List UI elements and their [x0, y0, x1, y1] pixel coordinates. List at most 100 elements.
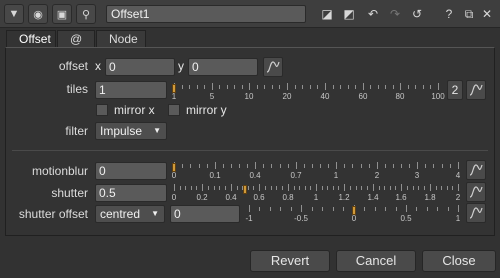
shutter-offset-animation-icon[interactable]: [466, 203, 486, 223]
slider-minor-tick: [226, 85, 228, 89]
redo-icon[interactable]: ↷: [386, 5, 404, 23]
collapse-icon[interactable]: ▼: [4, 4, 24, 24]
slider-thumb[interactable]: [172, 84, 176, 93]
slider-minor-tick: [204, 85, 206, 89]
slider-tick-label: 3: [414, 171, 420, 180]
tiles-count-button[interactable]: 2: [447, 80, 463, 100]
slider-minor-tick: [393, 164, 394, 168]
mirror-y-checkbox[interactable]: [168, 104, 180, 116]
slider-minor-tick: [441, 186, 443, 190]
revert-button[interactable]: Revert: [250, 250, 330, 272]
shutter-slider[interactable]: 0 0.2 0.4 0.6 0.8 1 1.2 1.4 1.6 1.8 2: [172, 184, 461, 202]
slider-tick-label: 0.2: [196, 193, 208, 202]
offset-animation-icon[interactable]: [263, 57, 283, 77]
slider-thumb[interactable]: [172, 163, 176, 172]
slider-minor-tick: [426, 207, 428, 211]
tab-node[interactable]: Node: [96, 30, 146, 48]
slider-major-tick: [255, 162, 256, 169]
tiles-animation-icon[interactable]: [466, 80, 486, 100]
slider-minor-tick: [287, 164, 289, 168]
offset-x-label: x: [95, 59, 101, 73]
shutter-animation-icon[interactable]: [466, 182, 486, 202]
slider-minor-tick: [395, 207, 397, 211]
slider-major-tick: [301, 205, 302, 212]
slider-minor-tick: [253, 186, 255, 190]
slider-major-tick: [259, 184, 260, 191]
slider-major-tick: [325, 83, 326, 90]
slider-minor-tick: [223, 164, 224, 168]
slider-minor-tick: [447, 207, 449, 211]
tiles-field[interactable]: 1: [95, 81, 167, 99]
pin-icon[interactable]: ⚲: [76, 4, 96, 24]
slider-minor-tick: [452, 186, 454, 190]
slider-tick-label: 0.4: [249, 171, 261, 180]
color-swatch-2-icon[interactable]: ◩: [340, 5, 358, 23]
offset-y-field[interactable]: 0: [188, 58, 258, 76]
slider-minor-tick: [352, 164, 354, 168]
slider-minor-tick: [279, 164, 281, 168]
motionblur-slider[interactable]: 0 0.1 0.4 0.7 1 2 3 4: [172, 162, 461, 180]
motionblur-field[interactable]: 0: [95, 162, 167, 180]
viewer-icon[interactable]: ▣: [52, 4, 72, 24]
slider-minor-tick: [406, 186, 408, 190]
target-icon[interactable]: ◉: [28, 4, 48, 24]
cancel-button[interactable]: Cancel: [336, 250, 416, 272]
motionblur-label: motionblur: [31, 164, 88, 178]
mirror-x-label: mirror x: [114, 103, 155, 117]
revert-icon[interactable]: ↺: [408, 5, 426, 23]
slider-minor-tick: [332, 207, 334, 211]
slider-tick-label: 80: [395, 92, 405, 101]
slider-minor-tick: [304, 186, 306, 190]
slider-major-tick: [249, 83, 250, 90]
slider-tick-label: 2: [455, 193, 461, 202]
slider-major-tick: [202, 184, 203, 191]
slider-minor-tick: [247, 164, 248, 168]
slider-minor-tick: [181, 85, 183, 89]
slider-minor-tick: [418, 186, 420, 190]
node-name-field[interactable]: Offset1: [106, 5, 306, 23]
slider-minor-tick: [332, 186, 334, 190]
slider-tick-label: 2: [374, 171, 380, 180]
offset-y-label: y: [178, 59, 184, 73]
float-icon[interactable]: ⧉: [460, 5, 478, 23]
slider-tick-label: 4: [455, 171, 461, 180]
close-icon[interactable]: ✕: [478, 5, 496, 23]
shutter-offset-dropdown[interactable]: centred ▼: [95, 205, 165, 223]
motionblur-animation-icon[interactable]: [466, 160, 486, 180]
offset-x-field[interactable]: 0: [105, 58, 175, 76]
color-swatch-icon[interactable]: ◪: [318, 5, 336, 23]
slider-minor-tick: [347, 85, 349, 89]
slider-minor-tick: [385, 164, 386, 168]
tab-offset[interactable]: Offset: [6, 30, 56, 48]
slider-major-tick: [401, 184, 402, 191]
slider-tick-label: 1.6: [395, 193, 407, 202]
slider-major-tick: [316, 184, 317, 191]
slider-thumb[interactable]: [352, 206, 356, 215]
slider-minor-tick: [360, 164, 362, 168]
slider-major-tick: [363, 83, 364, 90]
help-icon[interactable]: ?: [440, 5, 458, 23]
slider-minor-tick: [370, 85, 372, 89]
slider-major-tick: [377, 162, 378, 169]
shutter-field[interactable]: 0.5: [95, 184, 167, 202]
mirror-x-checkbox[interactable]: [96, 104, 108, 116]
shutter-offset-field[interactable]: 0: [170, 205, 240, 223]
undo-icon[interactable]: ↶: [364, 5, 382, 23]
tiles-slider[interactable]: 1 5 10 20 40 60 80 100: [172, 83, 445, 101]
slider-minor-tick: [385, 207, 387, 211]
slider-thumb[interactable]: [243, 185, 247, 194]
slider-major-tick: [458, 162, 459, 169]
slider-minor-tick: [425, 164, 427, 168]
slider-minor-tick: [435, 186, 437, 190]
filter-dropdown[interactable]: Impulse ▼: [95, 122, 167, 140]
slider-major-tick: [215, 162, 216, 169]
shutter-offset-slider[interactable]: -1 -0.5 0 0.5 1: [245, 205, 460, 223]
slider-minor-tick: [349, 186, 351, 190]
shutter-offset-mode: centred: [100, 207, 141, 221]
slider-minor-tick: [384, 186, 386, 190]
tab-at[interactable]: @: [57, 30, 95, 48]
close-button[interactable]: Close: [422, 250, 496, 272]
slider-minor-tick: [446, 186, 448, 190]
slider-minor-tick: [312, 164, 313, 168]
slider-minor-tick: [361, 186, 363, 190]
